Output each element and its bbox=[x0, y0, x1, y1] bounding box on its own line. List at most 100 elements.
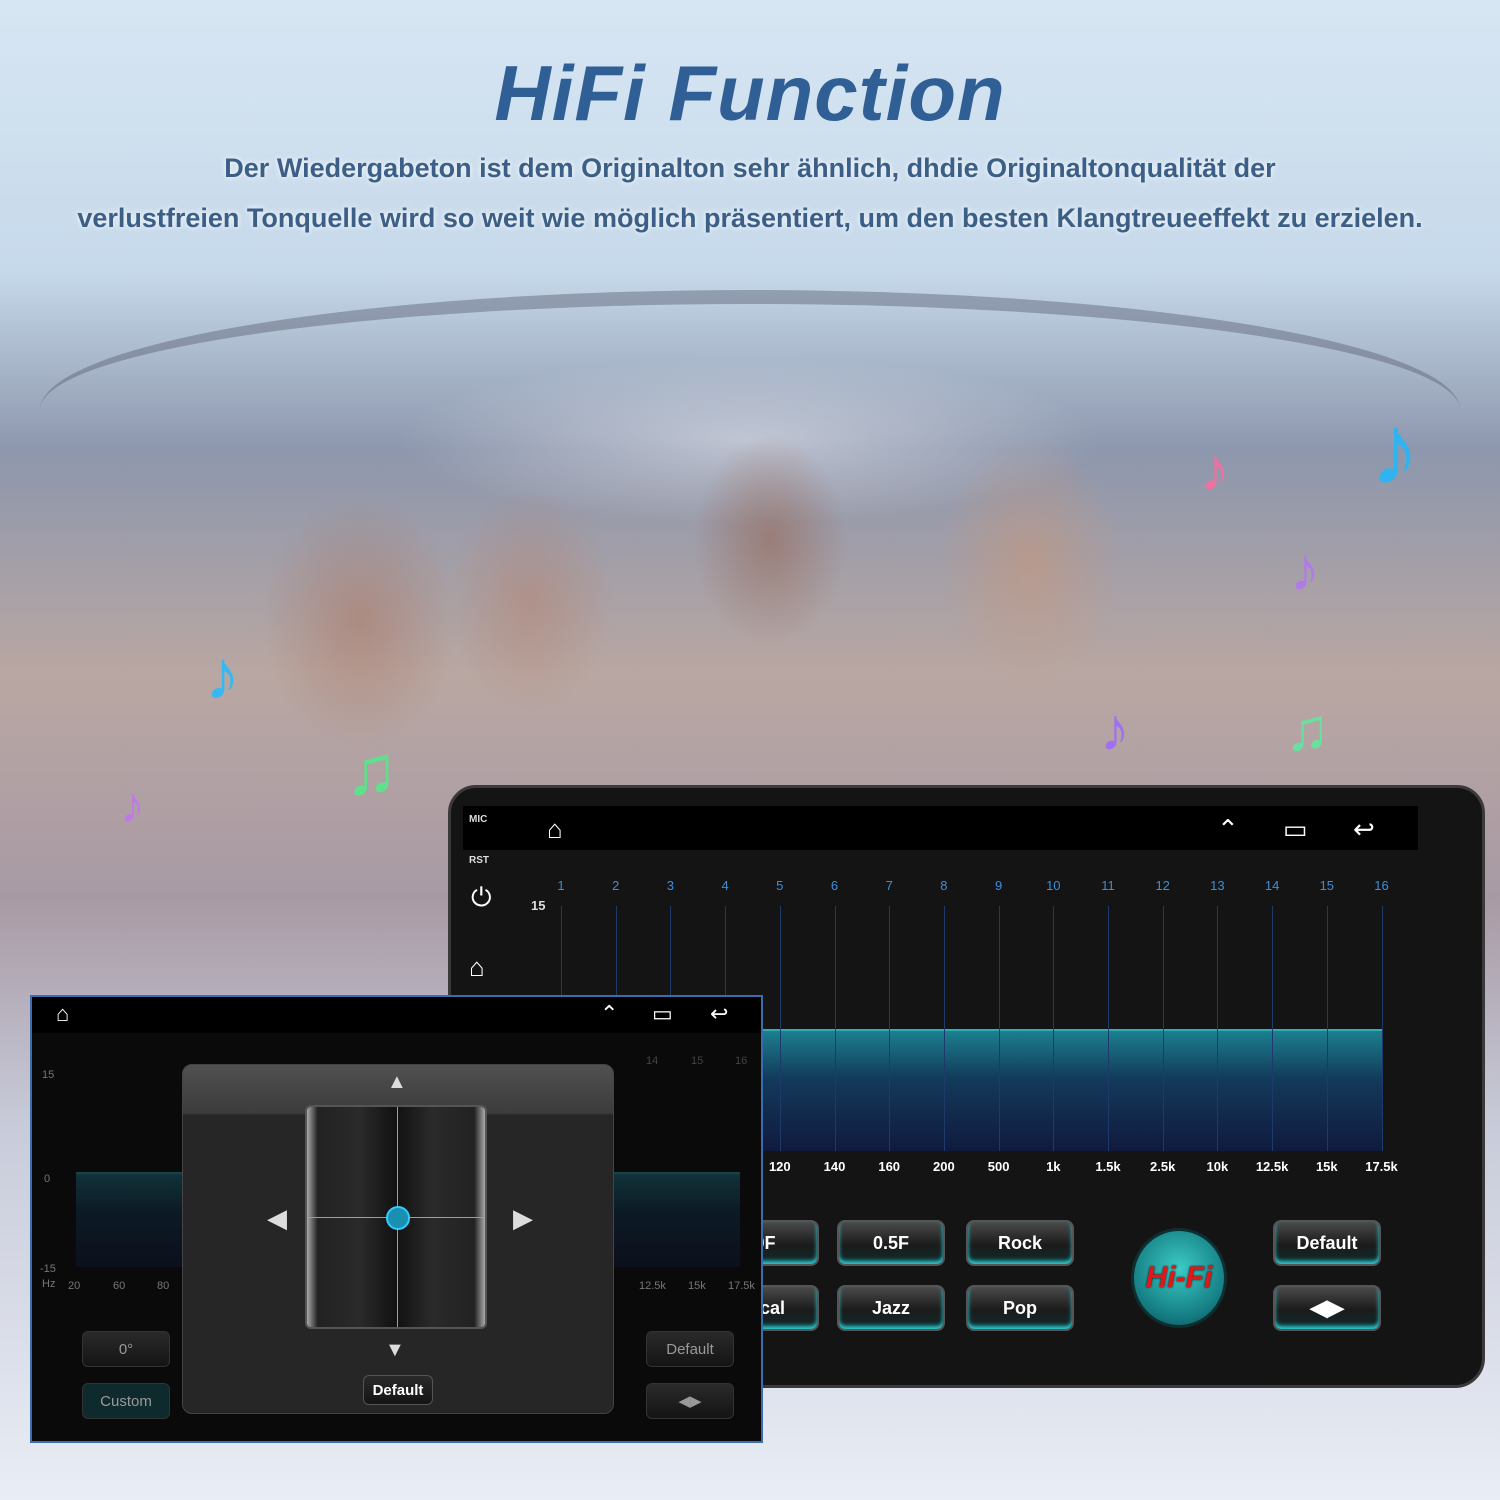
freq-label: 17.5k bbox=[728, 1280, 755, 1292]
frequency-label: 120 bbox=[768, 1159, 791, 1174]
sound-field-popup: ▲ ◀ ▶ ▼ Default bbox=[182, 1064, 614, 1414]
band-number: 14 bbox=[1264, 878, 1280, 893]
frequency-label: 12.5k bbox=[1255, 1159, 1289, 1174]
band-number: 13 bbox=[1210, 878, 1225, 893]
y-label-zero: 0 bbox=[44, 1173, 51, 1185]
custom-button[interactable]: Custom bbox=[82, 1383, 170, 1419]
band-number: 4 bbox=[721, 878, 729, 893]
angle-button[interactable]: 0° bbox=[82, 1331, 170, 1367]
frequency-label: 200 bbox=[933, 1159, 955, 1174]
music-note-icon: ♫ bbox=[345, 731, 398, 809]
back-icon[interactable]: ↩ bbox=[1353, 816, 1375, 842]
freq-label: 20 bbox=[68, 1280, 81, 1292]
music-note-icon: ♪ bbox=[1200, 436, 1230, 503]
music-note-icon: ♫ bbox=[1285, 696, 1330, 763]
page-title: HiFi Function bbox=[494, 49, 1006, 137]
band-number: 15 bbox=[1319, 878, 1335, 893]
band-slider[interactable] bbox=[779, 906, 781, 1151]
band-slider[interactable] bbox=[1326, 906, 1328, 1151]
sound-focus-point[interactable] bbox=[386, 1206, 410, 1230]
band-number: 12 bbox=[1155, 878, 1170, 893]
sound-field-screen: ⌂ ⌃ ▭ ↩ 15 0 -15 Hz 20 60 80 12.5k 15k 1… bbox=[30, 995, 763, 1443]
y-label-min: -15 bbox=[40, 1263, 56, 1275]
status-bar bbox=[463, 806, 1418, 850]
subtitle-line-2: verlustfreien Tonquelle wird so weit wie… bbox=[77, 203, 1423, 233]
frequency-label: 160 bbox=[878, 1159, 901, 1174]
frequency-label: 15k bbox=[1315, 1159, 1338, 1174]
subtitle-line-1: Der Wiedergabeton ist dem Originalton se… bbox=[224, 153, 1276, 183]
hz-label: Hz bbox=[42, 1278, 56, 1290]
music-note-icon: ♪ bbox=[1100, 696, 1130, 763]
band-number: 1 bbox=[557, 878, 565, 893]
band-number: 16 bbox=[735, 1055, 748, 1067]
speaker-sound-button[interactable]: ◀▶ bbox=[1273, 1285, 1381, 1331]
double-chevron-up-icon[interactable]: ⌃ bbox=[1217, 816, 1239, 842]
frequency-label: 17.5k bbox=[1365, 1159, 1398, 1174]
band-number: 8 bbox=[940, 878, 948, 893]
speaker-icon: ◀▶ bbox=[678, 1393, 702, 1410]
frequency-label: 140 bbox=[823, 1159, 846, 1174]
band-number: 9 bbox=[994, 878, 1003, 893]
speaker-sound-button[interactable]: ◀▶ bbox=[646, 1383, 734, 1419]
band-number: 16 bbox=[1374, 878, 1389, 893]
band-slider[interactable] bbox=[834, 906, 836, 1151]
band-number: 6 bbox=[830, 878, 839, 893]
home-side-icon[interactable]: ⌂ bbox=[469, 954, 485, 980]
band-slider[interactable] bbox=[1272, 906, 1274, 1151]
band-number: 2 bbox=[612, 878, 620, 893]
frequency-label: 1k bbox=[1046, 1159, 1061, 1174]
arrow-down-icon[interactable]: ▼ bbox=[385, 1339, 405, 1362]
popup-default-button[interactable]: Default bbox=[363, 1375, 433, 1405]
y-max-label: 15 bbox=[531, 898, 546, 913]
music-note-icon: ♪ bbox=[1290, 536, 1320, 603]
back-icon[interactable]: ↩ bbox=[710, 1003, 728, 1025]
band-slider[interactable] bbox=[998, 906, 1000, 1151]
band-slider[interactable] bbox=[1217, 906, 1219, 1151]
y-label-max: 15 bbox=[42, 1069, 55, 1081]
freq-label: 15k bbox=[688, 1280, 706, 1292]
band-slider[interactable] bbox=[943, 906, 945, 1151]
freq-label: 80 bbox=[157, 1280, 170, 1292]
music-note-icon: ♪ bbox=[120, 777, 145, 833]
band-slider[interactable] bbox=[1108, 906, 1109, 1151]
preset-rock-button[interactable]: Rock bbox=[966, 1220, 1074, 1266]
home-icon[interactable]: ⌂ bbox=[56, 1003, 69, 1025]
preset-pop-button[interactable]: Pop bbox=[966, 1285, 1074, 1331]
band-number: 15 bbox=[691, 1055, 704, 1067]
band-slider[interactable] bbox=[1053, 906, 1055, 1151]
default-button[interactable]: Default bbox=[1273, 1220, 1381, 1266]
double-chevron-up-icon[interactable]: ⌃ bbox=[600, 1003, 618, 1025]
band-slider[interactable] bbox=[1381, 906, 1383, 1151]
preset-0.5f-button[interactable]: 0.5F bbox=[837, 1220, 945, 1266]
car-seats-image[interactable] bbox=[305, 1105, 487, 1329]
frequency-label: 2.5k bbox=[1150, 1159, 1176, 1174]
home-icon[interactable]: ⌂ bbox=[547, 816, 563, 842]
music-note-icon: ♪ bbox=[205, 636, 240, 714]
rst-label: RST bbox=[469, 855, 489, 866]
mic-label: MIC bbox=[469, 814, 488, 825]
default-button[interactable]: Default bbox=[646, 1331, 734, 1367]
band-number: 10 bbox=[1046, 878, 1061, 893]
band-number: 3 bbox=[666, 878, 675, 893]
arrow-left-icon[interactable]: ◀ bbox=[267, 1203, 287, 1234]
band-number: 14 bbox=[646, 1055, 659, 1067]
hifi-button[interactable]: Hi-Fi bbox=[1131, 1228, 1227, 1328]
power-icon[interactable]: ⏻ bbox=[471, 884, 492, 910]
music-note-icon: ♪ bbox=[1370, 394, 1420, 506]
frequency-label: 1.5k bbox=[1095, 1159, 1121, 1174]
band-number: 11 bbox=[1101, 878, 1115, 893]
recent-apps-icon[interactable]: ▭ bbox=[652, 1003, 673, 1025]
arrow-up-icon[interactable]: ▲ bbox=[387, 1071, 407, 1094]
frequency-label: 500 bbox=[987, 1159, 1010, 1174]
freq-label: 12.5k bbox=[639, 1280, 666, 1292]
freq-label: 60 bbox=[113, 1280, 126, 1292]
preset-jazz-button[interactable]: Jazz bbox=[837, 1285, 945, 1331]
speaker-icon: ◀▶ bbox=[1310, 1295, 1344, 1320]
arrow-right-icon[interactable]: ▶ bbox=[513, 1203, 533, 1234]
band-number: 7 bbox=[885, 878, 893, 893]
recent-apps-icon[interactable]: ▭ bbox=[1283, 816, 1308, 842]
band-number: 5 bbox=[776, 878, 784, 893]
band-slider[interactable] bbox=[1162, 906, 1164, 1151]
band-slider[interactable] bbox=[889, 906, 891, 1151]
frequency-label: 10k bbox=[1206, 1159, 1229, 1174]
